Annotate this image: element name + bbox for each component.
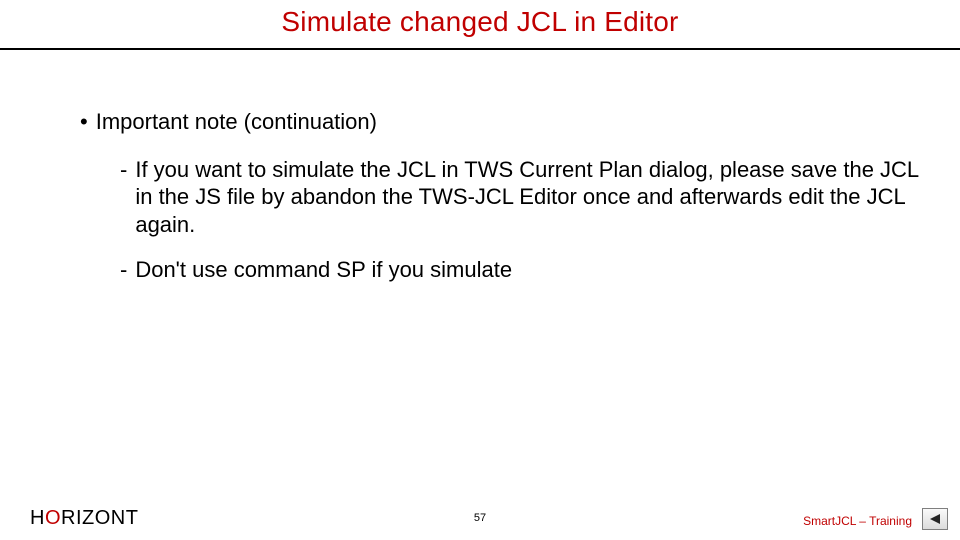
brand-pre: H (30, 507, 45, 529)
brand-post: RIZONT (61, 507, 138, 529)
list-item: - Don't use command SP if you simulate (120, 256, 920, 284)
brand-accent: O (45, 507, 61, 529)
brand-logo: HORIZONT (30, 507, 138, 530)
course-label: SmartJCL – Training (803, 514, 912, 528)
dash-marker: - (120, 156, 127, 239)
content-area: • Important note (continuation) - If you… (80, 108, 920, 302)
sub-text: If you want to simulate the JCL in TWS C… (135, 156, 920, 239)
triangle-left-icon (928, 513, 942, 525)
bullet-marker: • (80, 108, 88, 136)
page-number: 57 (474, 512, 486, 524)
prev-button[interactable] (922, 508, 948, 530)
slide-title: Simulate changed JCL in Editor (0, 6, 960, 38)
bullet-text: Important note (continuation) (96, 108, 377, 136)
sub-list: - If you want to simulate the JCL in TWS… (80, 156, 920, 284)
list-item: - If you want to simulate the JCL in TWS… (120, 156, 920, 239)
sub-text: Don't use command SP if you simulate (135, 256, 512, 284)
footer: HORIZONT 57 SmartJCL – Training (0, 506, 960, 530)
dash-marker: - (120, 256, 127, 284)
header: Simulate changed JCL in Editor (0, 0, 960, 50)
title-underline (0, 48, 960, 50)
bullet-item: • Important note (continuation) (80, 108, 920, 136)
